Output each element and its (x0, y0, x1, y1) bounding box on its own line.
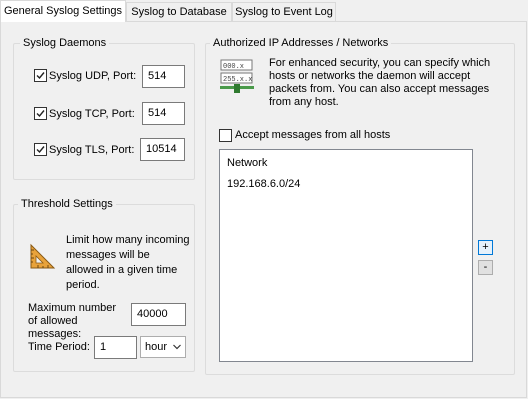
max-messages-input[interactable]: 40000 (131, 303, 186, 326)
syslog-daemons-title: Syslog Daemons (20, 37, 110, 50)
tcp-checkbox[interactable] (34, 107, 47, 120)
tab-syslog-to-database[interactable]: Syslog to Database (126, 2, 232, 21)
svg-text:255.x.x: 255.x.x (223, 76, 252, 84)
udp-port-input[interactable]: 514 (142, 65, 185, 88)
network-list-header: Network (227, 157, 268, 169)
network-ip-icon: 000.x 255.x.x (219, 59, 255, 95)
tls-checkbox[interactable] (34, 143, 47, 156)
list-item[interactable]: 192.168.6.0/24 (227, 178, 300, 190)
threshold-description: Limit how many incoming messages will be… (66, 234, 190, 291)
tab-general-syslog-settings[interactable]: General Syslog Settings (0, 0, 126, 22)
tcp-port-input[interactable]: 514 (142, 102, 185, 125)
time-period-unit-select[interactable]: hour (140, 336, 186, 358)
udp-checkbox[interactable] (34, 69, 47, 82)
authorized-ip-title: Authorized IP Addresses / Networks (210, 37, 392, 50)
time-period-input[interactable]: 1 (94, 336, 137, 359)
time-period-label: Time Period: (28, 341, 90, 353)
threshold-settings-title: Threshold Settings (18, 198, 116, 211)
tab-syslog-to-event-log[interactable]: Syslog to Event Log (232, 2, 336, 21)
accept-all-hosts-checkbox[interactable] (219, 129, 232, 142)
ruler-triangle-icon (29, 242, 57, 270)
tls-label: Syslog TLS, Port: (49, 144, 135, 156)
remove-network-button[interactable]: - (478, 260, 493, 275)
udp-label: Syslog UDP, Port: (49, 70, 137, 82)
tcp-label: Syslog TCP, Port: (49, 108, 135, 120)
authorized-description: For enhanced security, you can specify w… (269, 57, 491, 108)
network-list[interactable]: Network 192.168.6.0/24 (219, 149, 473, 362)
tls-port-input[interactable]: 10514 (140, 138, 185, 161)
tab-bar: General Syslog Settings Syslog to Databa… (0, 0, 528, 22)
chevron-down-icon (173, 337, 181, 364)
accept-all-hosts-label: Accept messages from all hosts (235, 129, 391, 141)
svg-text:000.x: 000.x (223, 63, 244, 71)
time-period-unit-value: hour (145, 341, 168, 353)
add-network-button[interactable]: + (478, 240, 493, 255)
